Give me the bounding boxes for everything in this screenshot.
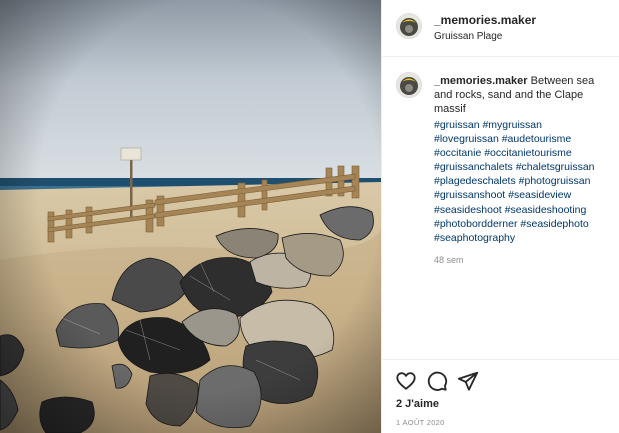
hashtag-line[interactable]: #lovegruissan #audetourisme [434,132,619,146]
hashtag-line[interactable]: #seaphotography [434,231,619,245]
likes-count[interactable]: 2 J'aime [396,398,439,410]
hashtag-line[interactable]: #gruissan #mygruissan [434,118,619,132]
post-photo[interactable] [0,0,381,433]
caption-username-link[interactable]: _memories.maker [434,75,528,87]
hashtag-line[interactable]: #seasideshoot #seasideshooting [434,203,619,217]
hashtag-line[interactable]: #gruissanchalets #chaletsgruissan [434,160,619,174]
hashtag-line[interactable]: #photobordderner #seasidephoto [434,217,619,231]
post-date[interactable]: 1 AOÛT 2020 [396,418,445,427]
heart-icon[interactable] [395,370,417,392]
instagram-post: _memories.maker Gruissan Plage _memories… [0,0,619,433]
caption-timestamp[interactable]: 48 sem [434,255,464,265]
post-side-panel: _memories.maker Gruissan Plage _memories… [381,0,619,433]
post-caption: _memories.maker Between sea and rocks, s… [382,57,619,359]
caption-text: _memories.maker Between sea and rocks, s… [434,74,614,116]
post-actions: 2 J'aime 1 AOÛT 2020 [382,359,619,433]
caption-avatar-image [397,73,421,97]
post-header: _memories.maker Gruissan Plage [382,0,619,57]
caption-avatar[interactable] [396,72,422,98]
comment-icon[interactable] [426,370,448,392]
avatar-image [397,14,421,38]
beach-rocks-image [0,0,381,433]
paper-plane-icon[interactable] [457,370,479,392]
avatar[interactable] [396,13,422,39]
hashtag-line[interactable]: #occitanie #occitanietourisme [434,146,619,160]
hashtag-list: #gruissan #mygruissan #lovegruissan #aud… [434,118,619,245]
hashtag-line[interactable]: #plagedeschalets #photogruissan [434,174,619,188]
username-link[interactable]: _memories.maker [434,13,536,27]
hashtag-line[interactable]: #gruissanshoot #seasideview [434,188,619,202]
location-link[interactable]: Gruissan Plage [434,31,502,42]
